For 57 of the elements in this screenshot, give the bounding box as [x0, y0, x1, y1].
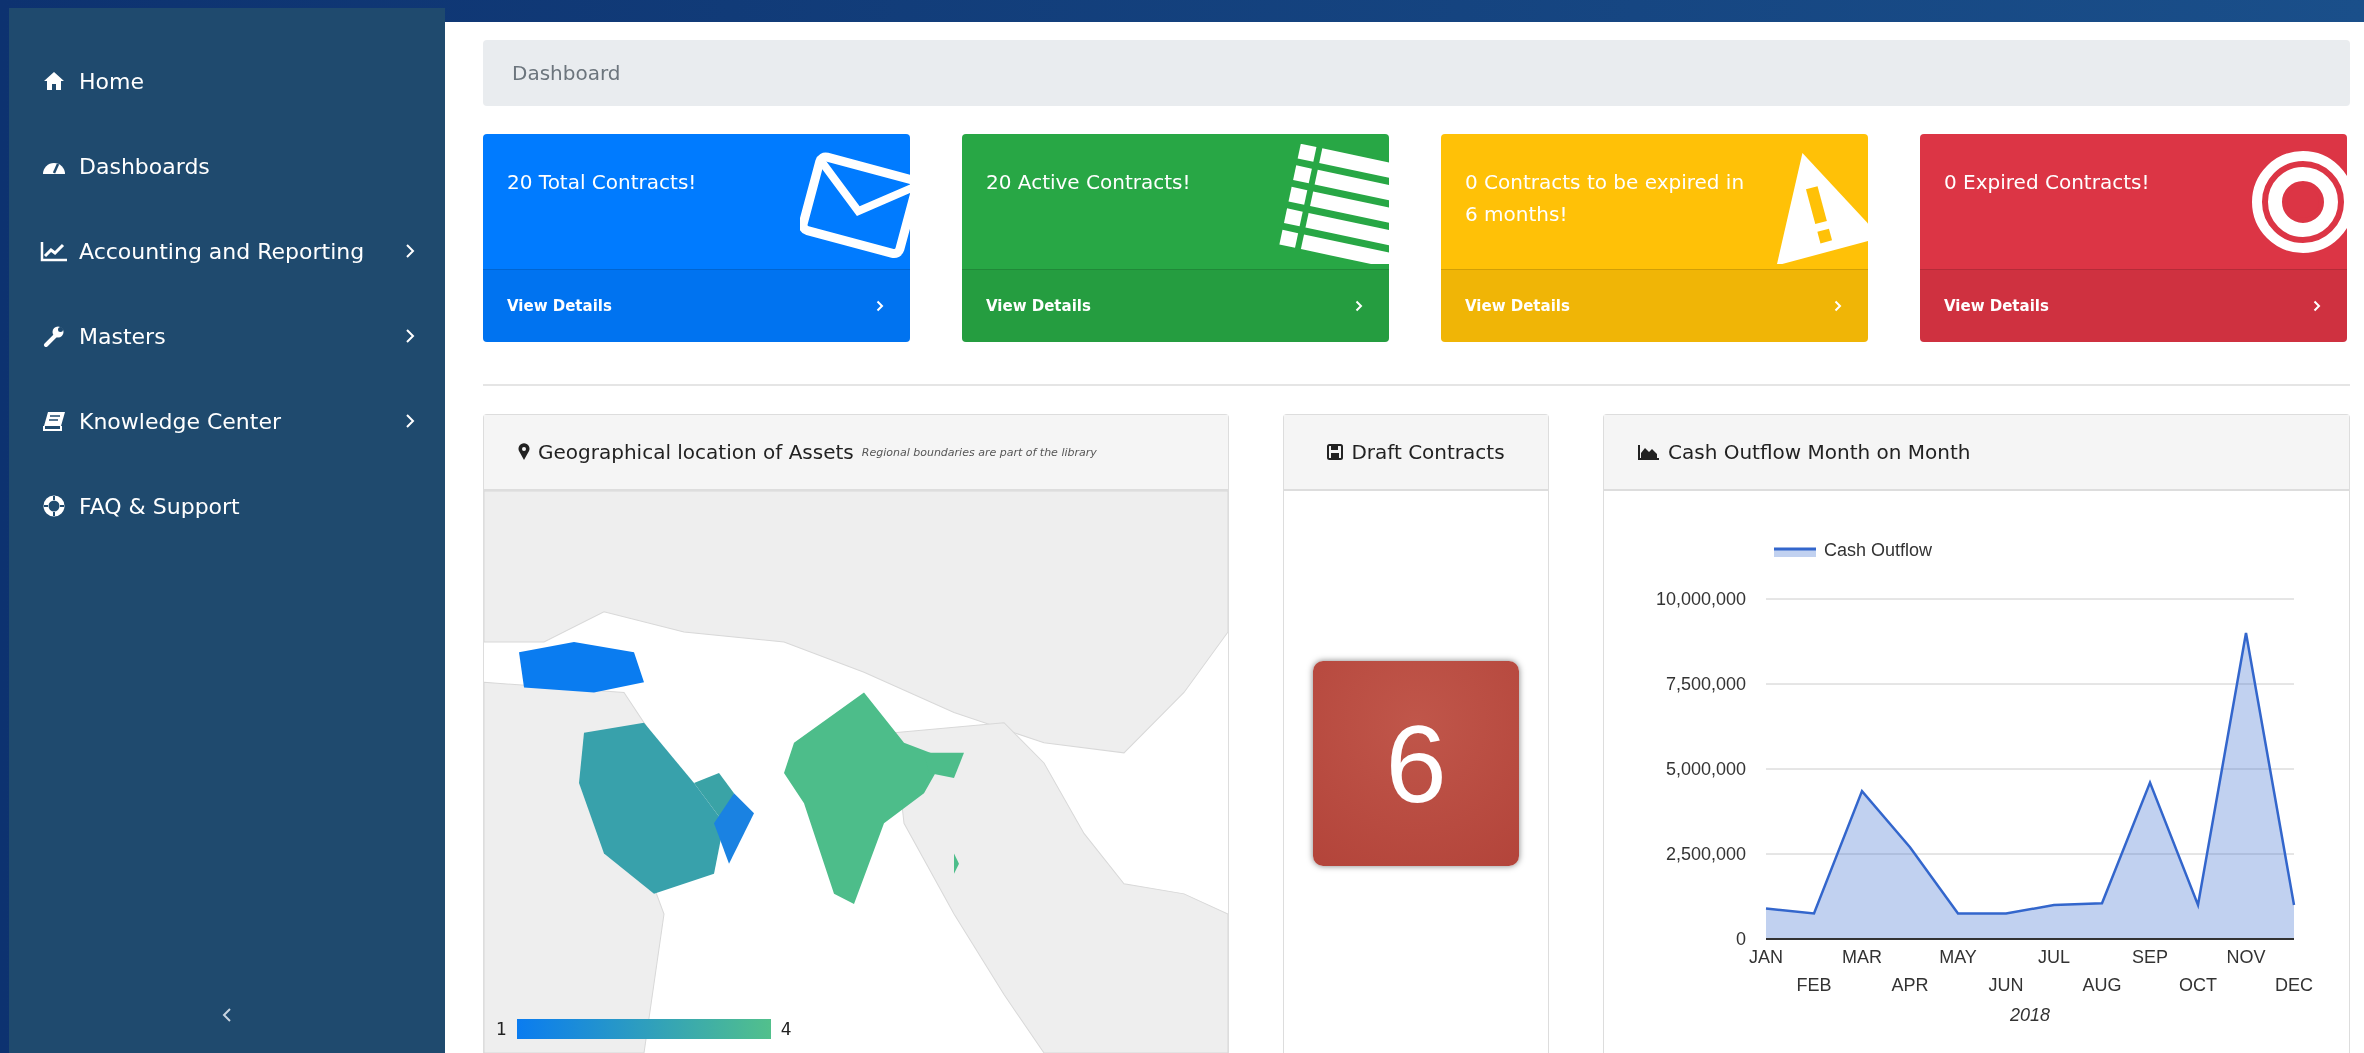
list-icon — [1279, 144, 1389, 264]
card-title: 0 Expired Contracts! — [1944, 169, 2151, 196]
x-tick-label: APR — [1891, 975, 1929, 995]
home-icon — [43, 71, 65, 91]
chevron-right-icon — [876, 300, 884, 312]
x-tick-label: SEP — [2132, 947, 2168, 967]
x-tick-label: MAY — [1939, 947, 1977, 967]
x-tick-label: NOV — [2226, 947, 2266, 967]
chevron-left-icon — [222, 1007, 232, 1023]
x-tick-label: MAR — [1842, 947, 1882, 967]
view-details-link[interactable]: View Details — [1920, 269, 2347, 342]
card-title: 20 Total Contracts! — [507, 169, 698, 196]
sidebar-item[interactable]: Home — [9, 58, 445, 104]
sidebar-item[interactable]: Dashboards — [9, 143, 445, 189]
card-title: 0 Contracts to be expired in 6 months! — [1465, 169, 1746, 228]
life-ring-icon — [43, 495, 65, 517]
x-tick-label: FEB — [1796, 975, 1832, 995]
sidebar-item[interactable]: Knowledge Center — [9, 398, 445, 444]
breadcrumb[interactable]: Dashboard — [512, 61, 621, 85]
book-icon — [42, 411, 66, 431]
view-details-link[interactable]: View Details — [962, 269, 1389, 342]
x-tick-label: OCT — [2179, 975, 2217, 995]
x-axis-label: 2018 — [2010, 1005, 2050, 1025]
y-tick-label: 0 — [1736, 929, 1746, 949]
x-tick-label: DEC — [2275, 975, 2313, 995]
y-tick-label: 2,500,000 — [1665, 844, 1746, 864]
line-chart-icon — [40, 240, 68, 262]
y-tick-label: 7,500,000 — [1665, 674, 1746, 694]
legend-max: 4 — [780, 1019, 792, 1039]
sidebar-item[interactable]: Masters — [9, 313, 445, 359]
chevron-right-icon — [405, 243, 415, 259]
sidebar-item[interactable]: FAQ & Support — [9, 483, 445, 529]
map-pin-icon — [518, 443, 530, 461]
card-title: 20 Active Contracts! — [986, 169, 1192, 196]
map-note: Regional boundaries are part of the library — [861, 445, 1097, 459]
area-chart-icon — [1638, 444, 1660, 460]
chevron-right-icon — [405, 328, 415, 344]
legend-label: Cash Outflow — [1824, 540, 1934, 560]
wrench-icon — [43, 325, 65, 347]
panel-title: Geographical location of Assets — [538, 440, 854, 464]
x-tick-label: JAN — [1749, 947, 1783, 967]
panel-title: Cash Outflow Month on Month — [1668, 440, 1971, 464]
sidebar-item[interactable]: Accounting and Reporting — [9, 228, 445, 274]
chevron-right-icon — [405, 413, 415, 429]
chevron-right-icon — [2313, 300, 2321, 312]
legend-min: 1 — [496, 1019, 507, 1039]
chevron-right-icon — [1355, 300, 1363, 312]
panel-title: Draft Contracts — [1351, 440, 1505, 464]
draft-count-tile: 6 — [1313, 661, 1519, 866]
chevron-right-icon — [1834, 300, 1842, 312]
y-tick-label: 10,000,000 — [1655, 589, 1746, 609]
view-details-link[interactable]: View Details — [483, 269, 910, 342]
x-tick-label: JUN — [1988, 975, 2024, 995]
y-tick-label: 5,000,000 — [1665, 759, 1746, 779]
chart-legend: Cash Outflow — [1774, 540, 1933, 560]
x-tick-label: AUG — [2082, 975, 2122, 995]
x-tick-label: JUL — [2038, 947, 2070, 967]
